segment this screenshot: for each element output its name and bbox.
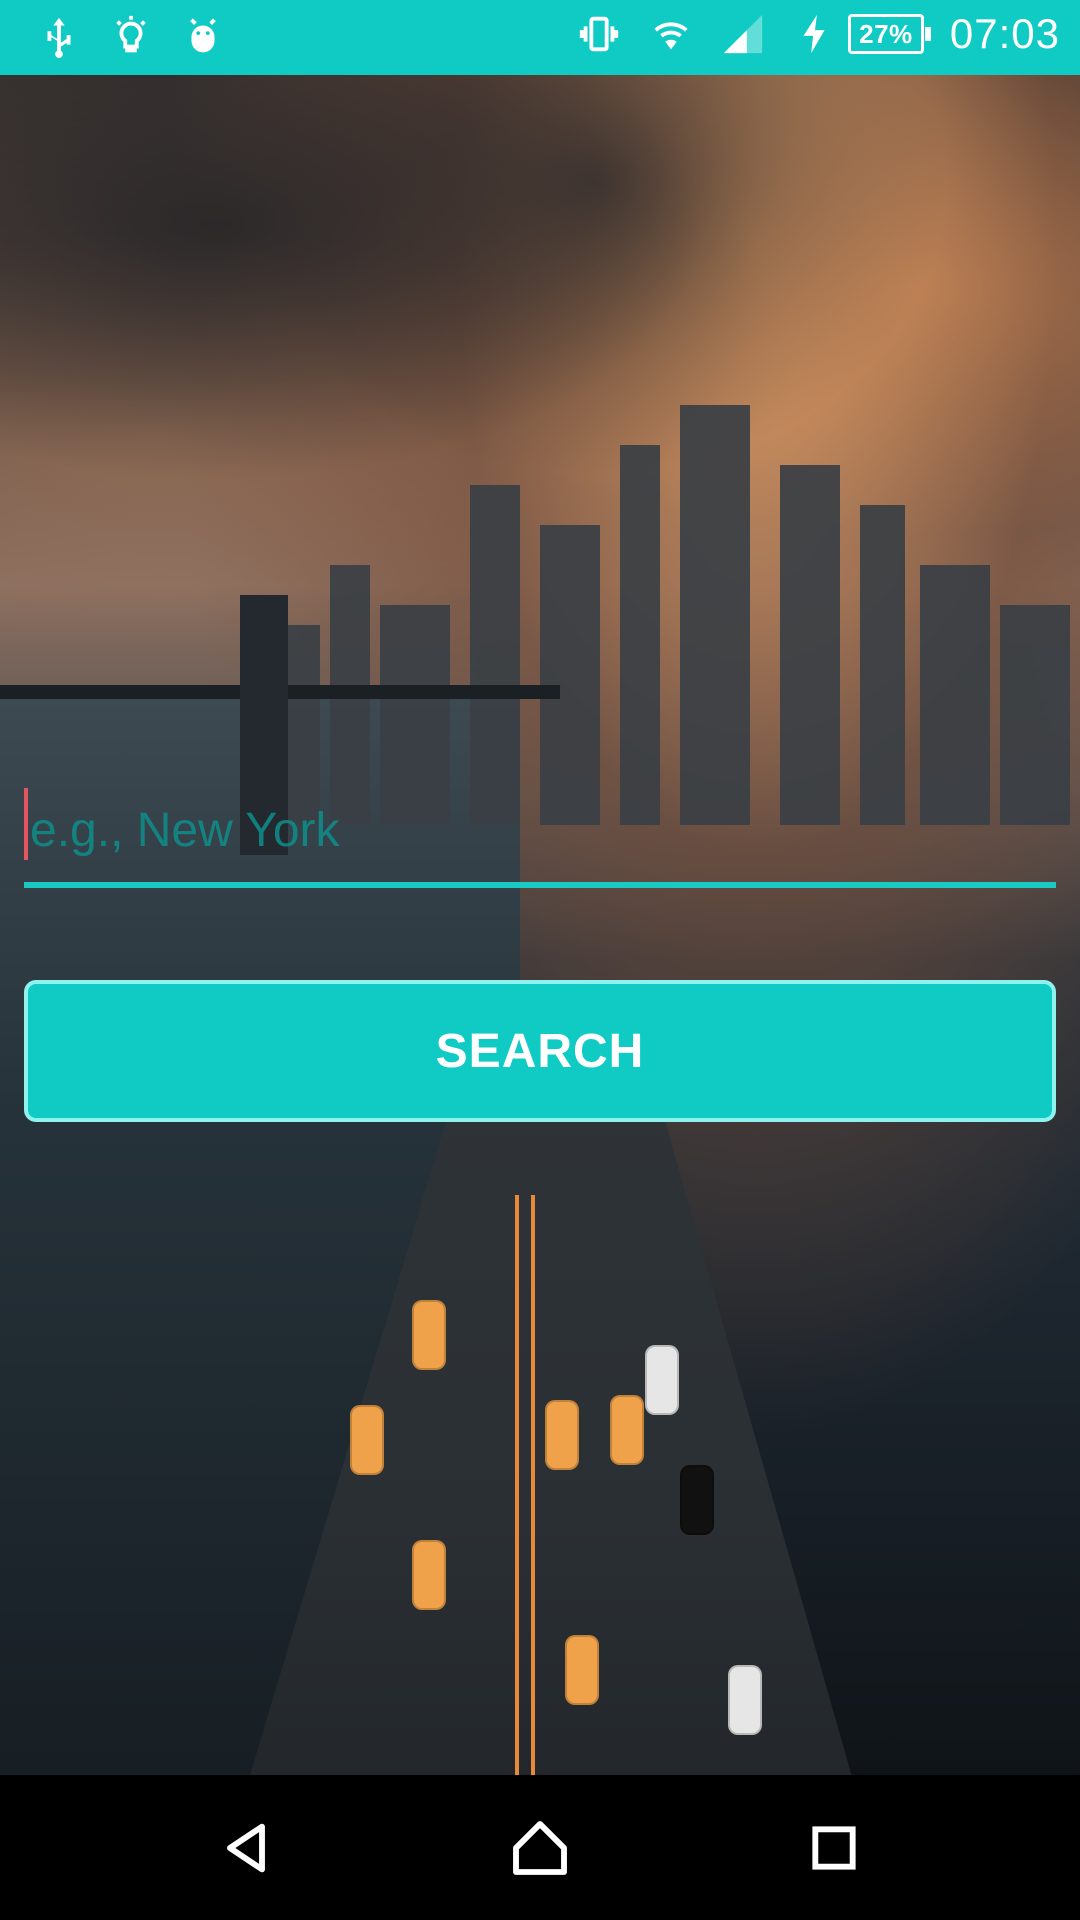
car xyxy=(350,1405,384,1475)
status-left-icons xyxy=(36,14,226,60)
lightbulb-icon xyxy=(116,15,146,53)
charging-icon xyxy=(803,14,825,54)
car xyxy=(412,1540,446,1610)
usb-icon xyxy=(47,17,71,58)
car xyxy=(412,1300,446,1370)
city-skyline xyxy=(180,375,1080,825)
battery-indicator: 27% xyxy=(792,11,931,57)
vibrate-icon xyxy=(579,16,619,52)
wifi-icon xyxy=(654,22,688,50)
status-bar: 27% 07:03 xyxy=(0,0,1080,75)
signal-icon xyxy=(723,14,763,54)
search-button[interactable]: SEARCH xyxy=(24,980,1056,1122)
android-debug-icon xyxy=(190,18,216,53)
status-right-icons: 27% 07:03 xyxy=(576,10,1060,58)
search-input[interactable] xyxy=(24,778,1056,882)
car xyxy=(545,1400,579,1470)
home-icon[interactable] xyxy=(508,1816,572,1880)
navigation-bar xyxy=(0,1776,1080,1920)
search-underline xyxy=(24,882,1056,888)
car xyxy=(680,1465,714,1535)
car xyxy=(728,1665,762,1735)
background-image xyxy=(0,75,1080,1775)
clock: 07:03 xyxy=(949,10,1060,57)
car xyxy=(645,1345,679,1415)
car xyxy=(610,1395,644,1465)
recents-icon[interactable] xyxy=(802,1816,866,1880)
battery-percent: 27% xyxy=(847,14,931,54)
car xyxy=(565,1635,599,1705)
search-field[interactable] xyxy=(24,778,1056,890)
back-icon[interactable] xyxy=(214,1816,278,1880)
